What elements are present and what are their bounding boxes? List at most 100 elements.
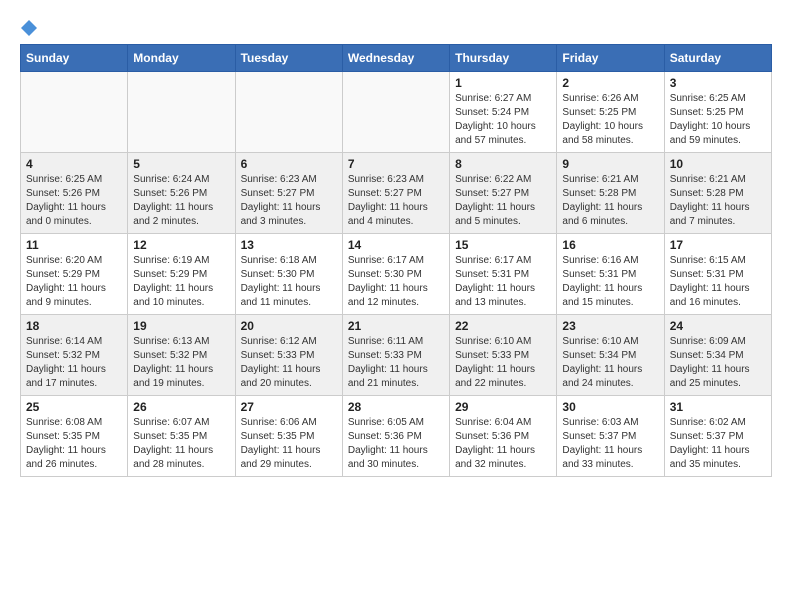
calendar-cell: 5Sunrise: 6:24 AMSunset: 5:26 PMDaylight… bbox=[128, 153, 235, 234]
calendar-cell: 12 Sunrise: 6:19 AMSunset: 5:29 PMDayligh… bbox=[128, 234, 235, 315]
day-number: 15 bbox=[455, 238, 551, 252]
calendar-week-row: 11 Sunrise: 6:20 AMSunset: 5:29 PMDayligh… bbox=[21, 234, 772, 315]
calendar-cell: 11 Sunrise: 6:20 AMSunset: 5:29 PMDayligh… bbox=[21, 234, 128, 315]
day-number: 9 bbox=[562, 157, 658, 171]
calendar-cell: 21 Sunrise: 6:11 AMSunset: 5:33 PMDayligh… bbox=[342, 315, 449, 396]
day-number: 21 bbox=[348, 319, 444, 333]
day-number: 10 bbox=[670, 157, 766, 171]
calendar-cell: 23 Sunrise: 6:10 AMSunset: 5:34 PMDayligh… bbox=[557, 315, 664, 396]
day-number: 27 bbox=[241, 400, 337, 414]
day-info: Sunrise: 6:25 AMSunset: 5:25 PMDaylight:… bbox=[670, 92, 766, 148]
day-info: Sunrise: 6:07 AMSunset: 5:35 PMDaylight:… bbox=[133, 416, 229, 472]
day-number: 6 bbox=[241, 157, 337, 171]
day-info: Sunrise: 6:11 AMSunset: 5:33 PMDaylight:… bbox=[348, 335, 444, 391]
day-info: Sunrise: 6:10 AMSunset: 5:34 PMDaylight:… bbox=[562, 335, 658, 391]
calendar-cell: 28Sunrise: 6:05 AMSunset: 5:36 PMDayligh… bbox=[342, 396, 449, 477]
day-number: 26 bbox=[133, 400, 229, 414]
weekday-header-saturday: Saturday bbox=[664, 45, 771, 72]
weekday-header-wednesday: Wednesday bbox=[342, 45, 449, 72]
day-number: 24 bbox=[670, 319, 766, 333]
logo-icon bbox=[21, 20, 37, 36]
day-number: 20 bbox=[241, 319, 337, 333]
day-number: 12 bbox=[133, 238, 229, 252]
day-info: Sunrise: 6:12 AMSunset: 5:33 PMDaylight:… bbox=[241, 335, 337, 391]
day-info: Sunrise: 6:22 AMSunset: 5:27 PMDaylight:… bbox=[455, 173, 551, 229]
weekday-header-monday: Monday bbox=[128, 45, 235, 72]
day-info: Sunrise: 6:23 AMSunset: 5:27 PMDaylight:… bbox=[241, 173, 337, 229]
calendar-cell: 30 Sunrise: 6:03 AMSunset: 5:37 PMDayligh… bbox=[557, 396, 664, 477]
day-info: Sunrise: 6:08 AMSunset: 5:35 PMDaylight:… bbox=[26, 416, 122, 472]
day-number: 31 bbox=[670, 400, 766, 414]
day-number: 25 bbox=[26, 400, 122, 414]
calendar-cell: 19Sunrise: 6:13 AMSunset: 5:32 PMDayligh… bbox=[128, 315, 235, 396]
calendar-cell: 6 Sunrise: 6:23 AMSunset: 5:27 PMDaylight… bbox=[235, 153, 342, 234]
calendar-cell: 29 Sunrise: 6:04 AMSunset: 5:36 PMDayligh… bbox=[450, 396, 557, 477]
calendar-cell bbox=[235, 72, 342, 153]
day-number: 4 bbox=[26, 157, 122, 171]
day-number: 19 bbox=[133, 319, 229, 333]
page-header bbox=[20, 20, 772, 36]
calendar-week-row: 25 Sunrise: 6:08 AMSunset: 5:35 PMDayligh… bbox=[21, 396, 772, 477]
calendar-cell: 2 Sunrise: 6:26 AMSunset: 5:25 PMDaylight… bbox=[557, 72, 664, 153]
day-info: Sunrise: 6:09 AMSunset: 5:34 PMDaylight:… bbox=[670, 335, 766, 391]
day-number: 13 bbox=[241, 238, 337, 252]
calendar-cell: 4 Sunrise: 6:25 AMSunset: 5:26 PMDaylight… bbox=[21, 153, 128, 234]
calendar-cell: 3 Sunrise: 6:25 AMSunset: 5:25 PMDaylight… bbox=[664, 72, 771, 153]
calendar-cell: 20 Sunrise: 6:12 AMSunset: 5:33 PMDayligh… bbox=[235, 315, 342, 396]
day-info: Sunrise: 6:19 AMSunset: 5:29 PMDaylight:… bbox=[133, 254, 229, 310]
day-info: Sunrise: 6:16 AMSunset: 5:31 PMDaylight:… bbox=[562, 254, 658, 310]
day-number: 16 bbox=[562, 238, 658, 252]
day-info: Sunrise: 6:14 AMSunset: 5:32 PMDaylight:… bbox=[26, 335, 122, 391]
calendar-week-row: 18 Sunrise: 6:14 AMSunset: 5:32 PMDayligh… bbox=[21, 315, 772, 396]
day-info: Sunrise: 6:17 AMSunset: 5:30 PMDaylight:… bbox=[348, 254, 444, 310]
calendar-cell: 27 Sunrise: 6:06 AMSunset: 5:35 PMDayligh… bbox=[235, 396, 342, 477]
calendar-cell: 8 Sunrise: 6:22 AMSunset: 5:27 PMDaylight… bbox=[450, 153, 557, 234]
day-number: 11 bbox=[26, 238, 122, 252]
day-info: Sunrise: 6:02 AMSunset: 5:37 PMDaylight:… bbox=[670, 416, 766, 472]
calendar-week-row: 1 Sunrise: 6:27 AMSunset: 5:24 PMDaylight… bbox=[21, 72, 772, 153]
day-info: Sunrise: 6:10 AMSunset: 5:33 PMDaylight:… bbox=[455, 335, 551, 391]
day-number: 8 bbox=[455, 157, 551, 171]
day-number: 30 bbox=[562, 400, 658, 414]
day-number: 29 bbox=[455, 400, 551, 414]
day-info: Sunrise: 6:06 AMSunset: 5:35 PMDaylight:… bbox=[241, 416, 337, 472]
day-info: Sunrise: 6:03 AMSunset: 5:37 PMDaylight:… bbox=[562, 416, 658, 472]
day-info: Sunrise: 6:20 AMSunset: 5:29 PMDaylight:… bbox=[26, 254, 122, 310]
day-number: 2 bbox=[562, 76, 658, 90]
calendar-cell: 7 Sunrise: 6:23 AMSunset: 5:27 PMDaylight… bbox=[342, 153, 449, 234]
day-info: Sunrise: 6:23 AMSunset: 5:27 PMDaylight:… bbox=[348, 173, 444, 229]
calendar-cell: 1 Sunrise: 6:27 AMSunset: 5:24 PMDaylight… bbox=[450, 72, 557, 153]
day-number: 22 bbox=[455, 319, 551, 333]
calendar-cell: 26 Sunrise: 6:07 AMSunset: 5:35 PMDayligh… bbox=[128, 396, 235, 477]
calendar-cell: 9 Sunrise: 6:21 AMSunset: 5:28 PMDaylight… bbox=[557, 153, 664, 234]
day-info: Sunrise: 6:05 AMSunset: 5:36 PMDaylight:… bbox=[348, 416, 444, 472]
day-info: Sunrise: 6:15 AMSunset: 5:31 PMDaylight:… bbox=[670, 254, 766, 310]
weekday-header-sunday: Sunday bbox=[21, 45, 128, 72]
logo bbox=[20, 20, 38, 36]
weekday-header-thursday: Thursday bbox=[450, 45, 557, 72]
day-number: 3 bbox=[670, 76, 766, 90]
calendar-cell bbox=[128, 72, 235, 153]
weekday-header-friday: Friday bbox=[557, 45, 664, 72]
day-info: Sunrise: 6:27 AMSunset: 5:24 PMDaylight:… bbox=[455, 92, 551, 148]
day-number: 5 bbox=[133, 157, 229, 171]
calendar-cell: 10Sunrise: 6:21 AMSunset: 5:28 PMDayligh… bbox=[664, 153, 771, 234]
day-info: Sunrise: 6:26 AMSunset: 5:25 PMDaylight:… bbox=[562, 92, 658, 148]
day-info: Sunrise: 6:04 AMSunset: 5:36 PMDaylight:… bbox=[455, 416, 551, 472]
calendar-table: SundayMondayTuesdayWednesdayThursdayFrid… bbox=[20, 44, 772, 477]
calendar-cell: 16 Sunrise: 6:16 AMSunset: 5:31 PMDayligh… bbox=[557, 234, 664, 315]
calendar-cell: 17 Sunrise: 6:15 AMSunset: 5:31 PMDayligh… bbox=[664, 234, 771, 315]
day-number: 1 bbox=[455, 76, 551, 90]
calendar-cell bbox=[342, 72, 449, 153]
day-number: 7 bbox=[348, 157, 444, 171]
day-info: Sunrise: 6:17 AMSunset: 5:31 PMDaylight:… bbox=[455, 254, 551, 310]
day-info: Sunrise: 6:21 AMSunset: 5:28 PMDaylight:… bbox=[562, 173, 658, 229]
calendar-cell: 15 Sunrise: 6:17 AMSunset: 5:31 PMDayligh… bbox=[450, 234, 557, 315]
calendar-cell: 25 Sunrise: 6:08 AMSunset: 5:35 PMDayligh… bbox=[21, 396, 128, 477]
calendar-cell: 13Sunrise: 6:18 AMSunset: 5:30 PMDayligh… bbox=[235, 234, 342, 315]
day-number: 18 bbox=[26, 319, 122, 333]
day-number: 23 bbox=[562, 319, 658, 333]
calendar-week-row: 4 Sunrise: 6:25 AMSunset: 5:26 PMDaylight… bbox=[21, 153, 772, 234]
day-info: Sunrise: 6:25 AMSunset: 5:26 PMDaylight:… bbox=[26, 173, 122, 229]
day-number: 17 bbox=[670, 238, 766, 252]
